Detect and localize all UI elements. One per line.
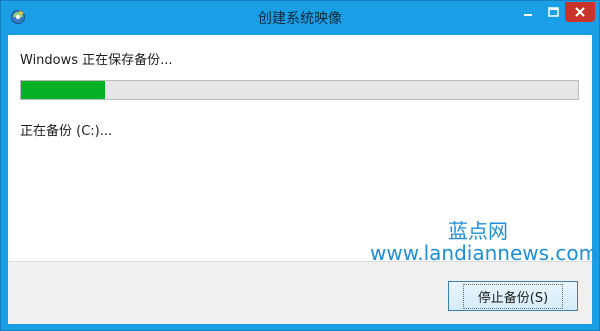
- minimize-icon: [524, 14, 532, 16]
- dialog-window: 创建系统映像 Windows 正在保存备份... 正在备份 (C:)... 蓝点…: [0, 0, 600, 331]
- stop-backup-button[interactable]: 停止备份(S): [448, 281, 578, 311]
- backup-status-text: Windows 正在保存备份...: [20, 53, 173, 68]
- backup-progress-bar: [20, 80, 579, 100]
- progress-fill: [21, 81, 105, 99]
- stop-backup-label: 停止备份(S): [462, 283, 564, 309]
- window-title: 创建系统映像: [258, 11, 342, 27]
- close-button[interactable]: [565, 2, 595, 22]
- maximize-icon: [547, 7, 559, 17]
- maximize-button[interactable]: [542, 2, 564, 22]
- backup-drive-status: 正在备份 (C:)...: [20, 124, 113, 139]
- dialog-content: Windows 正在保存备份... 正在备份 (C:)... 蓝点网 www.l…: [8, 35, 598, 265]
- title-bar[interactable]: 创建系统映像: [1, 1, 599, 35]
- minimize-button[interactable]: [516, 2, 540, 22]
- watermark-brand: 蓝点网: [448, 219, 508, 243]
- dialog-footer: 停止备份(S): [8, 261, 592, 324]
- close-icon: [575, 7, 585, 17]
